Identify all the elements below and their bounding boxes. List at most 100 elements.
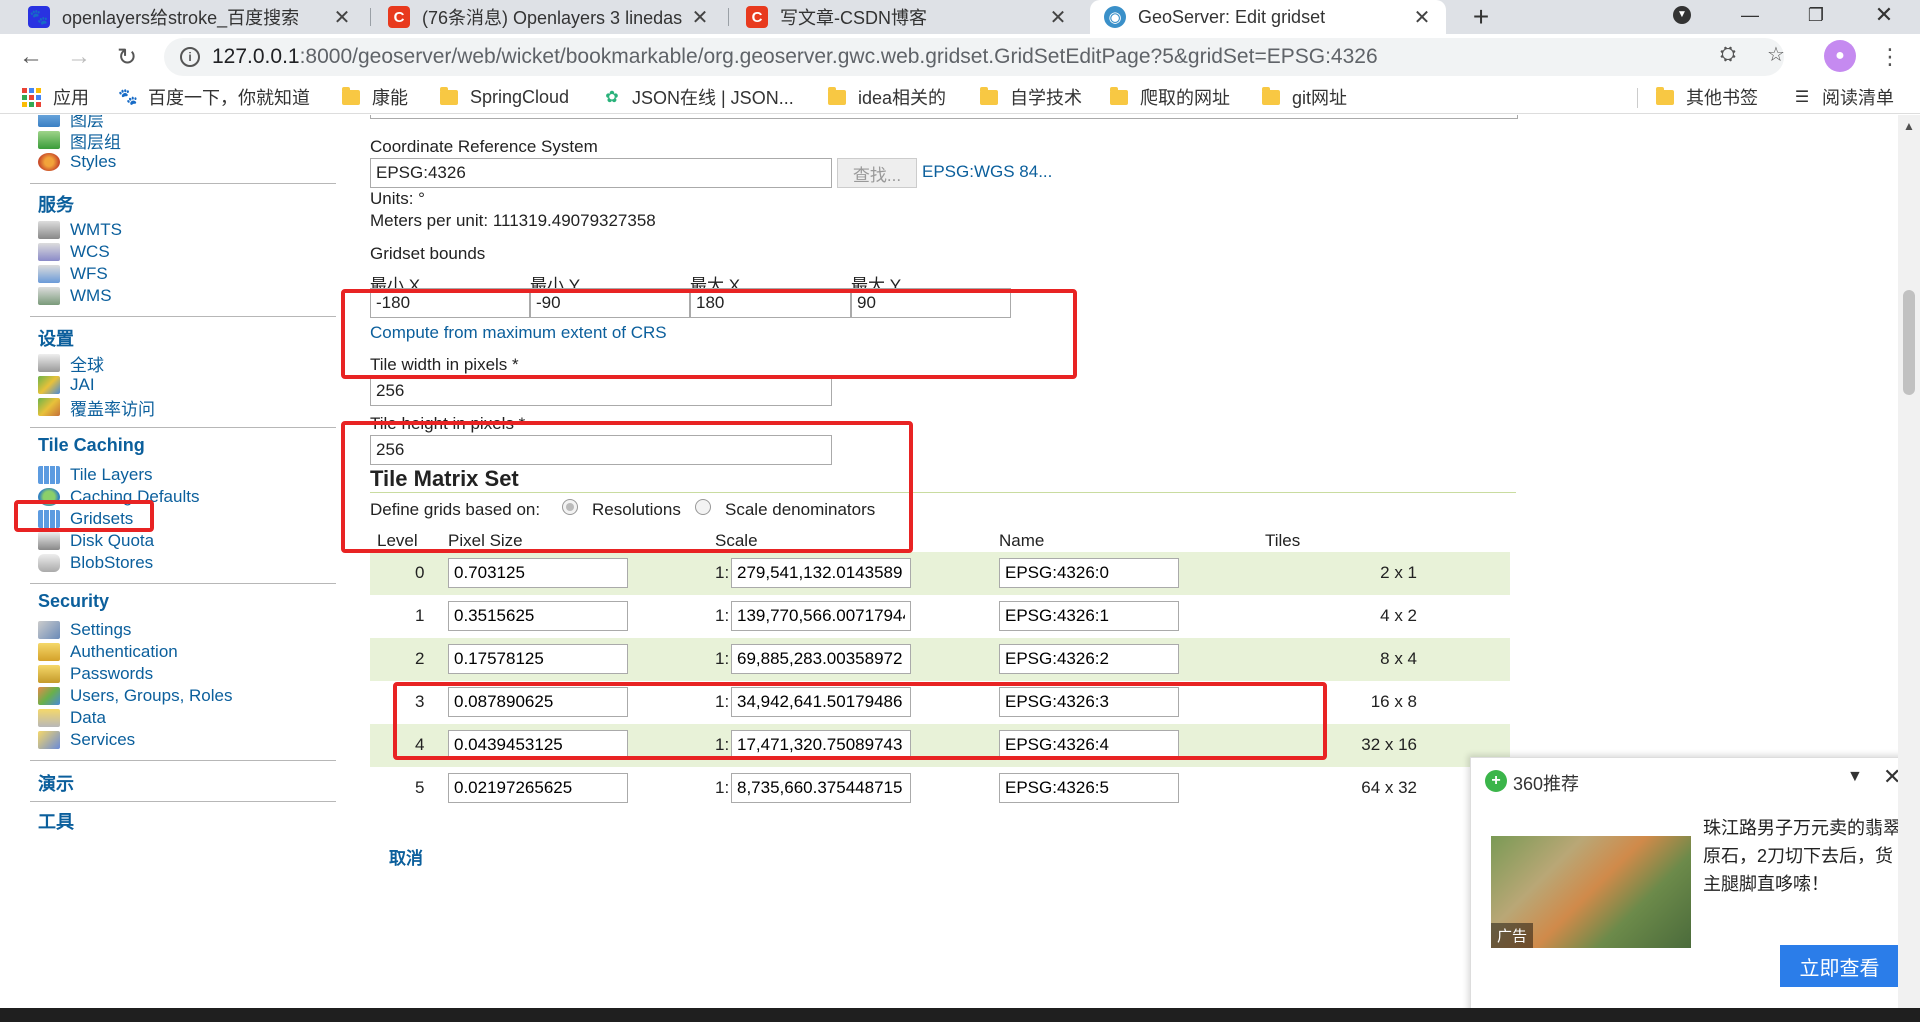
- close-icon[interactable]: ✕: [690, 5, 710, 30]
- folder-icon: [1110, 86, 1128, 105]
- site-info-icon[interactable]: i: [180, 47, 200, 67]
- ad-text[interactable]: 珠江路男子万元卖的翡翠原石，2刀切下去后，货主腿脚直哆嗦！: [1703, 814, 1908, 898]
- sidebar-item-wms[interactable]: WMS: [38, 285, 112, 307]
- bookmark-star-icon[interactable]: ☆: [1764, 42, 1788, 66]
- tab-search-icon[interactable]: ▼: [1652, 0, 1712, 30]
- minimize-icon[interactable]: —: [1720, 0, 1780, 30]
- sidebar-item-data[interactable]: Data: [38, 707, 106, 729]
- url-text[interactable]: 127.0.0.1:8000/geoserver/web/wicket/book…: [212, 45, 1378, 69]
- crs-input[interactable]: [370, 158, 832, 188]
- close-icon[interactable]: ✕: [332, 5, 352, 30]
- close-icon[interactable]: ✕: [1048, 5, 1068, 30]
- sidebar-item-wmts[interactable]: WMTS: [38, 219, 122, 241]
- database-icon: [38, 554, 60, 572]
- folder-icon: [1656, 86, 1674, 105]
- tab-baidu-search[interactable]: 🐾 openlayers给stroke_百度搜索 ✕: [14, 0, 366, 34]
- scale-input[interactable]: [731, 644, 911, 674]
- address-bar[interactable]: i 127.0.0.1:8000/geoserver/web/wicket/bo…: [164, 38, 1784, 76]
- ad-collapse-icon[interactable]: ▼: [1847, 768, 1863, 786]
- back-icon[interactable]: ←: [14, 40, 48, 74]
- sidebar-item-blobstores[interactable]: BlobStores: [38, 552, 153, 574]
- forward-icon[interactable]: →: [62, 40, 96, 74]
- scale-prefix: 1:: [715, 606, 730, 625]
- description-textarea[interactable]: [370, 115, 1518, 119]
- sidebar-item-passwords[interactable]: Passwords: [38, 663, 153, 685]
- window-close-icon[interactable]: ✕: [1854, 0, 1914, 30]
- ad-image[interactable]: 广告: [1491, 836, 1691, 948]
- crs-description-link[interactable]: EPSG:WGS 84...: [922, 162, 1052, 182]
- highlight-tile-size: [341, 421, 913, 553]
- sidebar-item-services[interactable]: Services: [38, 729, 135, 751]
- pixel-size-input[interactable]: [448, 773, 628, 803]
- sidebar-item-users-groups-roles[interactable]: Users, Groups, Roles: [38, 685, 233, 707]
- avatar[interactable]: ●: [1824, 40, 1856, 72]
- close-icon[interactable]: ✕: [1412, 5, 1432, 30]
- sidebar-item-wfs[interactable]: WFS: [38, 263, 108, 285]
- sidebar-item-authentication[interactable]: Authentication: [38, 641, 178, 663]
- sidebar-item-disk-quota[interactable]: Disk Quota: [38, 530, 154, 552]
- grid-name-input[interactable]: [999, 601, 1179, 631]
- scrollbar-thumb[interactable]: [1903, 290, 1915, 395]
- sidebar-item-jai[interactable]: JAI: [38, 374, 95, 396]
- sidebar-item-coverage-access[interactable]: 覆盖率访问: [38, 396, 155, 419]
- bookmark-folder[interactable]: SpringCloud: [440, 80, 569, 114]
- row-tiles: 64 x 32: [1361, 778, 1417, 797]
- cancel-link[interactable]: 取消: [389, 844, 423, 869]
- baidu-paw-icon: 🐾: [118, 89, 138, 106]
- page-scrollbar[interactable]: ▲: [1898, 115, 1920, 1022]
- pixel-size-input[interactable]: [448, 644, 628, 674]
- bookmark-folder[interactable]: git网址: [1262, 80, 1347, 114]
- pixel-size-input[interactable]: [448, 558, 628, 588]
- sidebar-item-global[interactable]: 全球: [38, 352, 104, 375]
- tile-width-input[interactable]: [370, 376, 832, 406]
- folder-icon: [828, 86, 846, 105]
- translate-icon[interactable]: ⛭: [1716, 42, 1740, 66]
- grid-name-input[interactable]: [999, 773, 1179, 803]
- bookmark-folder[interactable]: idea相关的: [828, 80, 946, 114]
- tab-title: (76条消息) Openlayers 3 linedash: [422, 8, 682, 28]
- coverage-icon: [38, 398, 60, 416]
- menu-kebab-icon[interactable]: ⋮: [1875, 40, 1905, 74]
- bookmark-json[interactable]: ✿ JSON在线 | JSON...: [602, 80, 793, 114]
- scale-input[interactable]: [731, 558, 911, 588]
- bookmark-reading-list[interactable]: ☰ 阅读清单: [1792, 80, 1894, 114]
- bookmark-folder[interactable]: 康能: [342, 80, 408, 114]
- scale-input[interactable]: [731, 601, 911, 631]
- service-icon: [38, 287, 60, 305]
- apps-grid-icon: [22, 87, 41, 107]
- bookmark-apps[interactable]: 应用: [22, 80, 89, 114]
- server-icon: [38, 354, 60, 372]
- bookmark-folder[interactable]: 爬取的网址: [1110, 80, 1230, 114]
- scale-input[interactable]: [731, 773, 911, 803]
- tab-csdn-openlayers[interactable]: C (76条消息) Openlayers 3 linedash ✕: [374, 0, 724, 34]
- scroll-up-icon[interactable]: ▲: [1903, 119, 1915, 133]
- tab-geoserver[interactable]: ◉ GeoServer: Edit gridset ✕: [1090, 0, 1446, 34]
- restore-icon[interactable]: ❐: [1786, 0, 1846, 30]
- sidebar-item-security-settings[interactable]: Settings: [38, 619, 131, 641]
- service-icon: [38, 265, 60, 283]
- bookmark-baidu[interactable]: 🐾 百度一下，你就知道: [118, 80, 310, 114]
- find-crs-button[interactable]: 查找...: [837, 158, 917, 188]
- tab-title: openlayers给stroke_百度搜索: [62, 8, 300, 28]
- new-tab-button[interactable]: +: [1466, 0, 1496, 34]
- pixel-size-input[interactable]: [448, 601, 628, 631]
- sidebar-item-layer-groups[interactable]: 图层组: [38, 129, 121, 152]
- sidebar-item-tile-layers[interactable]: Tile Layers: [38, 464, 153, 486]
- grid-name-input[interactable]: [999, 558, 1179, 588]
- scale-prefix: 1:: [715, 778, 730, 797]
- column-header-tiles: Tiles: [1265, 531, 1301, 550]
- bookmark-other[interactable]: 其他书签: [1656, 80, 1758, 114]
- grid-icon: [38, 466, 60, 484]
- sidebar-heading-services: 服务: [38, 195, 74, 215]
- tab-csdn-write[interactable]: C 写文章-CSDN博客 ✕: [732, 0, 1082, 34]
- ad-view-button[interactable]: 立即查看: [1780, 945, 1899, 987]
- table-row: 5 1: 64 x 32: [370, 767, 1510, 810]
- grid-name-input[interactable]: [999, 644, 1179, 674]
- bookmark-folder[interactable]: 自学技术: [980, 80, 1082, 114]
- highlight-first-rows: [393, 682, 1327, 760]
- reload-icon[interactable]: ↻: [110, 40, 144, 74]
- folder-icon: [342, 86, 360, 105]
- sidebar-item-styles[interactable]: Styles: [38, 151, 116, 173]
- sidebar-item-wcs[interactable]: WCS: [38, 241, 110, 263]
- gridset-bounds-label: Gridset bounds: [370, 244, 486, 263]
